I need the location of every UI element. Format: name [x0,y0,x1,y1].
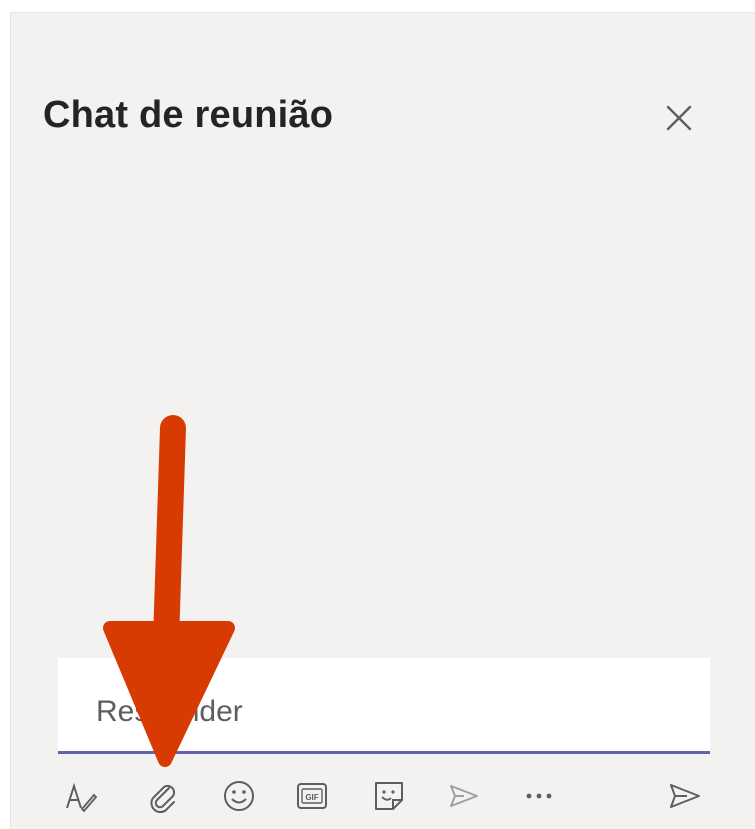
send-button[interactable] [659,770,711,822]
sticker-button[interactable] [363,770,415,822]
compose-toolbar: GIF [55,770,715,826]
chat-header: Chat de reunião [43,94,703,164]
meet-now-button[interactable] [438,770,490,822]
more-options-button[interactable] [513,770,565,822]
more-options-icon [526,793,552,799]
attach-icon [150,784,176,814]
close-button[interactable] [655,94,703,142]
meet-now-icon [450,785,478,807]
close-icon [666,105,692,131]
send-icon [670,784,700,808]
format-button[interactable] [55,770,107,822]
reply-input[interactable] [96,686,686,738]
emoji-button[interactable] [213,770,265,822]
gif-button[interactable]: GIF [286,770,338,822]
compose-box [58,658,710,754]
format-icon [66,782,98,813]
gif-label: GIF [305,793,318,802]
chat-title: Chat de reunião [43,94,334,136]
attach-button[interactable] [137,770,189,822]
gif-icon: GIF [297,783,327,809]
sticker-icon [375,782,403,810]
emoji-icon [224,781,254,811]
teams-meeting-chat-window: Chat de reunião Responder GIF [0,0,755,829]
